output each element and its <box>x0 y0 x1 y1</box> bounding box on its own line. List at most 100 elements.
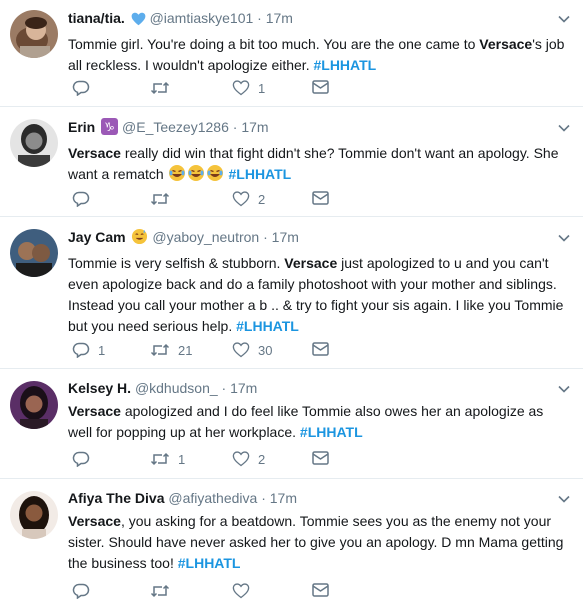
like-button[interactable]: 1 <box>232 80 265 96</box>
retweet-icon <box>150 81 170 95</box>
timestamp[interactable]: 17m <box>266 10 293 26</box>
avatar[interactable] <box>10 229 58 277</box>
retweet-icon <box>150 584 170 598</box>
tweet[interactable]: tiana/tia. @iamtiaskye101 · 17m Tommie g… <box>0 0 583 107</box>
tweet-text: Tommie girl. You're doing a bit too much… <box>68 36 565 73</box>
separator-dot: · <box>263 229 268 245</box>
retweet-button[interactable] <box>150 583 178 599</box>
retweet-button[interactable]: 21 <box>150 342 192 358</box>
tweet-header: Erin ♑ @E_Teezey1286 · 17m <box>68 118 571 139</box>
hashtag-link[interactable]: #LHHATL <box>313 57 376 73</box>
chevron-down-icon[interactable] <box>557 121 571 135</box>
reply-button[interactable] <box>72 451 98 467</box>
retweet-count: 1 <box>178 451 186 467</box>
chevron-down-icon[interactable] <box>557 12 571 26</box>
direct-message-button[interactable] <box>312 583 329 597</box>
user-handle[interactable]: @E_Teezey1286 <box>122 119 229 135</box>
retweet-button[interactable] <box>150 80 178 96</box>
reply-button[interactable] <box>72 191 98 207</box>
envelope-icon <box>312 80 329 94</box>
envelope-icon <box>312 451 329 465</box>
display-name[interactable]: Erin <box>68 119 95 135</box>
chevron-down-icon[interactable] <box>557 382 571 396</box>
reply-icon <box>72 80 90 96</box>
envelope-icon <box>312 583 329 597</box>
chevron-down-icon[interactable] <box>557 492 571 506</box>
reply-icon <box>72 583 90 599</box>
tweet[interactable]: Afiya The Diva @afiyathediva · 17m Versa… <box>0 479 583 606</box>
avatar[interactable] <box>10 381 58 429</box>
reply-count: 1 <box>98 342 106 358</box>
hashtag-link[interactable]: #LHHATL <box>300 424 363 440</box>
reply-icon <box>72 451 90 467</box>
direct-message-button[interactable] <box>312 80 329 94</box>
like-count: 1 <box>258 80 266 96</box>
retweet-icon <box>150 192 170 206</box>
direct-message-button[interactable] <box>312 191 329 205</box>
separator-dot: · <box>261 490 266 506</box>
tweet-header: Afiya The Diva @afiyathediva · 17m <box>68 489 571 507</box>
timestamp[interactable]: 17m <box>270 490 297 506</box>
retweet-count: 21 <box>178 342 193 358</box>
user-handle[interactable]: @yaboy_neutron <box>152 229 259 245</box>
timestamp[interactable]: 17m <box>272 229 299 245</box>
hashtag-link[interactable]: #LHHATL <box>236 318 299 334</box>
reply-button[interactable]: 1 <box>72 342 105 358</box>
user-handle[interactable]: @afiyathediva <box>168 490 257 506</box>
retweet-button[interactable]: 1 <box>150 451 185 467</box>
avatar[interactable] <box>10 119 58 167</box>
hashtag-link[interactable]: #LHHATL <box>229 166 292 182</box>
laughing-emoji-icons <box>168 165 225 182</box>
sweat-smile-emoji-icon <box>131 228 148 249</box>
reply-button[interactable] <box>72 583 98 599</box>
display-name[interactable]: Jay Cam <box>68 229 126 245</box>
tweet[interactable]: Kelsey H. @kdhudson_ · 17m Versace apolo… <box>0 369 583 479</box>
tweet-actions: 1 21 30 <box>68 342 368 362</box>
tweet-actions: 2 <box>68 191 368 211</box>
tweet-header: tiana/tia. @iamtiaskye101 · 17m <box>68 9 571 30</box>
timestamp[interactable]: 17m <box>230 380 257 396</box>
display-name[interactable]: tiana/tia. <box>68 10 125 26</box>
like-button[interactable] <box>232 583 258 599</box>
envelope-icon <box>312 342 329 356</box>
tweet-timeline: tiana/tia. @iamtiaskye101 · 17m Tommie g… <box>0 0 583 606</box>
avatar[interactable] <box>10 10 58 58</box>
reply-icon <box>72 342 90 358</box>
avatar[interactable] <box>10 491 58 539</box>
like-button[interactable]: 30 <box>232 342 272 358</box>
retweet-icon <box>150 343 170 357</box>
display-name[interactable]: Afiya The Diva <box>68 490 164 506</box>
user-handle[interactable]: @iamtiaskye101 <box>150 10 254 26</box>
retweet-button[interactable] <box>150 191 178 207</box>
timestamp[interactable]: 17m <box>241 119 268 135</box>
separator-dot: · <box>232 119 238 135</box>
direct-message-button[interactable] <box>312 342 329 356</box>
tweet-text: Versace, you asking for a beatdown. Tomm… <box>68 513 564 571</box>
separator-dot: · <box>221 380 227 396</box>
tweet-text: Tommie is very selfish & stubborn. Versa… <box>68 255 564 334</box>
blue-heart-icon <box>131 12 146 30</box>
heart-icon <box>232 583 250 599</box>
heart-icon <box>232 451 250 467</box>
like-count: 2 <box>258 451 266 467</box>
tweet[interactable]: Jay Cam @yaboy_neutron · 17m Tommie is v… <box>0 217 583 369</box>
tweet-header: Kelsey H. @kdhudson_ · 17m <box>68 379 571 397</box>
tweet[interactable]: Erin ♑ @E_Teezey1286 · 17m Versace reall… <box>0 107 583 217</box>
hashtag-link[interactable]: #LHHATL <box>178 555 241 571</box>
tweet-actions <box>68 583 368 603</box>
reply-icon <box>72 191 90 207</box>
like-count: 2 <box>258 191 266 207</box>
like-button[interactable]: 2 <box>232 451 265 467</box>
display-name[interactable]: Kelsey H. <box>68 380 131 396</box>
chevron-down-icon[interactable] <box>557 231 571 245</box>
like-count: 30 <box>258 342 273 358</box>
heart-icon <box>232 342 250 358</box>
tweet-text: Versace apologized and I do feel like To… <box>68 403 544 440</box>
svg-text:♑: ♑ <box>104 120 115 134</box>
like-button[interactable]: 2 <box>232 191 265 207</box>
reply-button[interactable] <box>72 80 98 96</box>
heart-icon <box>232 191 250 207</box>
user-handle[interactable]: @kdhudson_ <box>135 380 218 396</box>
direct-message-button[interactable] <box>312 451 329 465</box>
retweet-icon <box>150 452 170 466</box>
